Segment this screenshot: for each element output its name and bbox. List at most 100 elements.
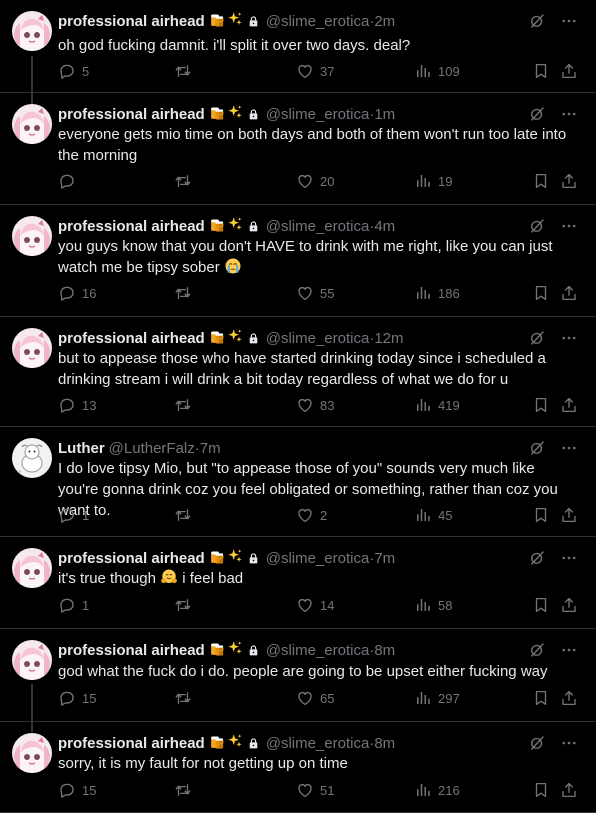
reply-button[interactable]: 15 xyxy=(58,781,96,799)
display-name[interactable]: professional airhead xyxy=(58,13,205,30)
share-button[interactable] xyxy=(560,506,578,524)
reply-button[interactable]: 16 xyxy=(58,284,96,302)
handle[interactable]: @slime_erotica xyxy=(266,642,370,659)
display-name[interactable]: professional airhead xyxy=(58,642,205,659)
tweet-text-part: i feel bad xyxy=(178,570,244,587)
reply-button[interactable]: 15 xyxy=(58,689,96,707)
tweet[interactable]: professional airhead @slime_erotica · 2m o… xyxy=(0,0,596,105)
repost-button[interactable] xyxy=(174,689,198,707)
like-button[interactable]: 51 xyxy=(296,781,334,799)
repost-button[interactable] xyxy=(174,62,198,80)
like-button[interactable]: 37 xyxy=(296,62,334,80)
bookmark-button[interactable] xyxy=(532,596,550,614)
timestamp[interactable]: 8m xyxy=(374,735,395,752)
handle[interactable]: @slime_erotica xyxy=(266,13,370,30)
more-icon[interactable] xyxy=(560,12,578,35)
views-count: 58 xyxy=(438,597,453,613)
reply-button[interactable]: 1 xyxy=(58,596,89,614)
display-name[interactable]: professional airhead xyxy=(58,106,205,123)
repost-button[interactable] xyxy=(174,396,198,414)
repost-button[interactable] xyxy=(174,596,198,614)
tweet[interactable]: professional airhead @slime_erotica · 1m e… xyxy=(0,93,596,205)
like-button[interactable]: 20 xyxy=(296,172,334,190)
views-button[interactable]: 419 xyxy=(414,396,460,414)
timestamp[interactable]: 2m xyxy=(374,13,395,30)
repost-button[interactable] xyxy=(174,781,198,799)
handle[interactable]: @slime_erotica xyxy=(266,218,370,235)
tweet[interactable]: professional airhead @slime_erotica · 8m s… xyxy=(0,722,596,813)
like-button[interactable]: 2 xyxy=(296,506,327,524)
bookmark-button[interactable] xyxy=(532,781,550,799)
reply-button[interactable]: 1 xyxy=(58,506,89,524)
views-button[interactable]: 45 xyxy=(414,506,452,524)
tweet[interactable]: professional airhead @slime_erotica · 12m… xyxy=(0,317,596,427)
views-button[interactable]: 186 xyxy=(414,284,460,302)
tweet[interactable]: professional airhead @slime_erotica · 4m y… xyxy=(0,205,596,317)
repost-button[interactable] xyxy=(174,172,198,190)
action-bar: 1 2 45 xyxy=(58,506,578,526)
bookmark-button[interactable] xyxy=(532,62,550,80)
timestamp[interactable]: 4m xyxy=(374,218,395,235)
like-button[interactable]: 55 xyxy=(296,284,334,302)
share-button[interactable] xyxy=(560,596,578,614)
tweet-text: it's true though i feel bad xyxy=(58,568,574,592)
views-icon xyxy=(414,396,432,414)
reply-button[interactable] xyxy=(58,172,82,190)
avatar[interactable] xyxy=(12,640,52,680)
handle[interactable]: @slime_erotica xyxy=(266,330,370,347)
handle[interactable]: @slime_erotica xyxy=(266,106,370,123)
timestamp[interactable]: 1m xyxy=(374,106,395,123)
avatar[interactable] xyxy=(12,216,52,256)
display-name[interactable]: professional airhead xyxy=(58,735,205,752)
display-name[interactable]: Luther xyxy=(58,440,105,457)
timestamp[interactable]: 8m xyxy=(374,642,395,659)
bookmark-button[interactable] xyxy=(532,506,550,524)
reply-button[interactable]: 5 xyxy=(58,62,89,80)
share-button[interactable] xyxy=(560,689,578,707)
share-button[interactable] xyxy=(560,781,578,799)
timestamp[interactable]: 7m xyxy=(200,440,221,457)
repost-button[interactable] xyxy=(174,506,198,524)
display-name[interactable]: professional airhead xyxy=(58,330,205,347)
avatar[interactable] xyxy=(12,328,52,368)
handle[interactable]: @LutherFalz xyxy=(109,440,195,457)
share-button[interactable] xyxy=(560,62,578,80)
like-count: 37 xyxy=(320,63,335,79)
avatar[interactable] xyxy=(12,438,52,478)
tweet[interactable]: Luther @LutherFalz · 7m I do love tipsy Mi… xyxy=(0,427,596,537)
timestamp[interactable]: 7m xyxy=(374,550,395,567)
repost-button[interactable] xyxy=(174,284,198,302)
tweet-header: Luther @LutherFalz · 7m xyxy=(58,439,536,457)
bookmark-button[interactable] xyxy=(532,284,550,302)
bookmark-button[interactable] xyxy=(532,689,550,707)
views-button[interactable]: 109 xyxy=(414,62,460,80)
reply-button[interactable]: 13 xyxy=(58,396,96,414)
views-button[interactable]: 58 xyxy=(414,596,452,614)
avatar[interactable] xyxy=(12,548,52,588)
avatar[interactable] xyxy=(12,11,52,51)
share-button[interactable] xyxy=(560,172,578,190)
avatar[interactable] xyxy=(12,104,52,144)
tweet[interactable]: professional airhead @slime_erotica · 8m g… xyxy=(0,629,596,732)
timestamp[interactable]: 12m xyxy=(374,330,403,347)
avatar[interactable] xyxy=(12,733,52,773)
like-button[interactable]: 83 xyxy=(296,396,334,414)
display-name[interactable]: professional airhead xyxy=(58,218,205,235)
tweet[interactable]: professional airhead @slime_erotica · 7m i… xyxy=(0,537,596,629)
display-name[interactable]: professional airhead xyxy=(58,550,205,567)
views-button[interactable]: 19 xyxy=(414,172,452,190)
share-button[interactable] xyxy=(560,284,578,302)
bookmark-button[interactable] xyxy=(532,396,550,414)
like-button[interactable]: 65 xyxy=(296,689,334,707)
grok-icon[interactable] xyxy=(528,12,546,35)
reply-count: 5 xyxy=(82,63,90,79)
views-button[interactable]: 297 xyxy=(414,689,460,707)
bookmark-button[interactable] xyxy=(532,172,550,190)
views-button[interactable]: 216 xyxy=(414,781,460,799)
like-button[interactable]: 14 xyxy=(296,596,334,614)
crying-emoji xyxy=(224,257,242,281)
bookmark-icon xyxy=(532,396,550,414)
handle[interactable]: @slime_erotica xyxy=(266,550,370,567)
share-button[interactable] xyxy=(560,396,578,414)
handle[interactable]: @slime_erotica xyxy=(266,735,370,752)
